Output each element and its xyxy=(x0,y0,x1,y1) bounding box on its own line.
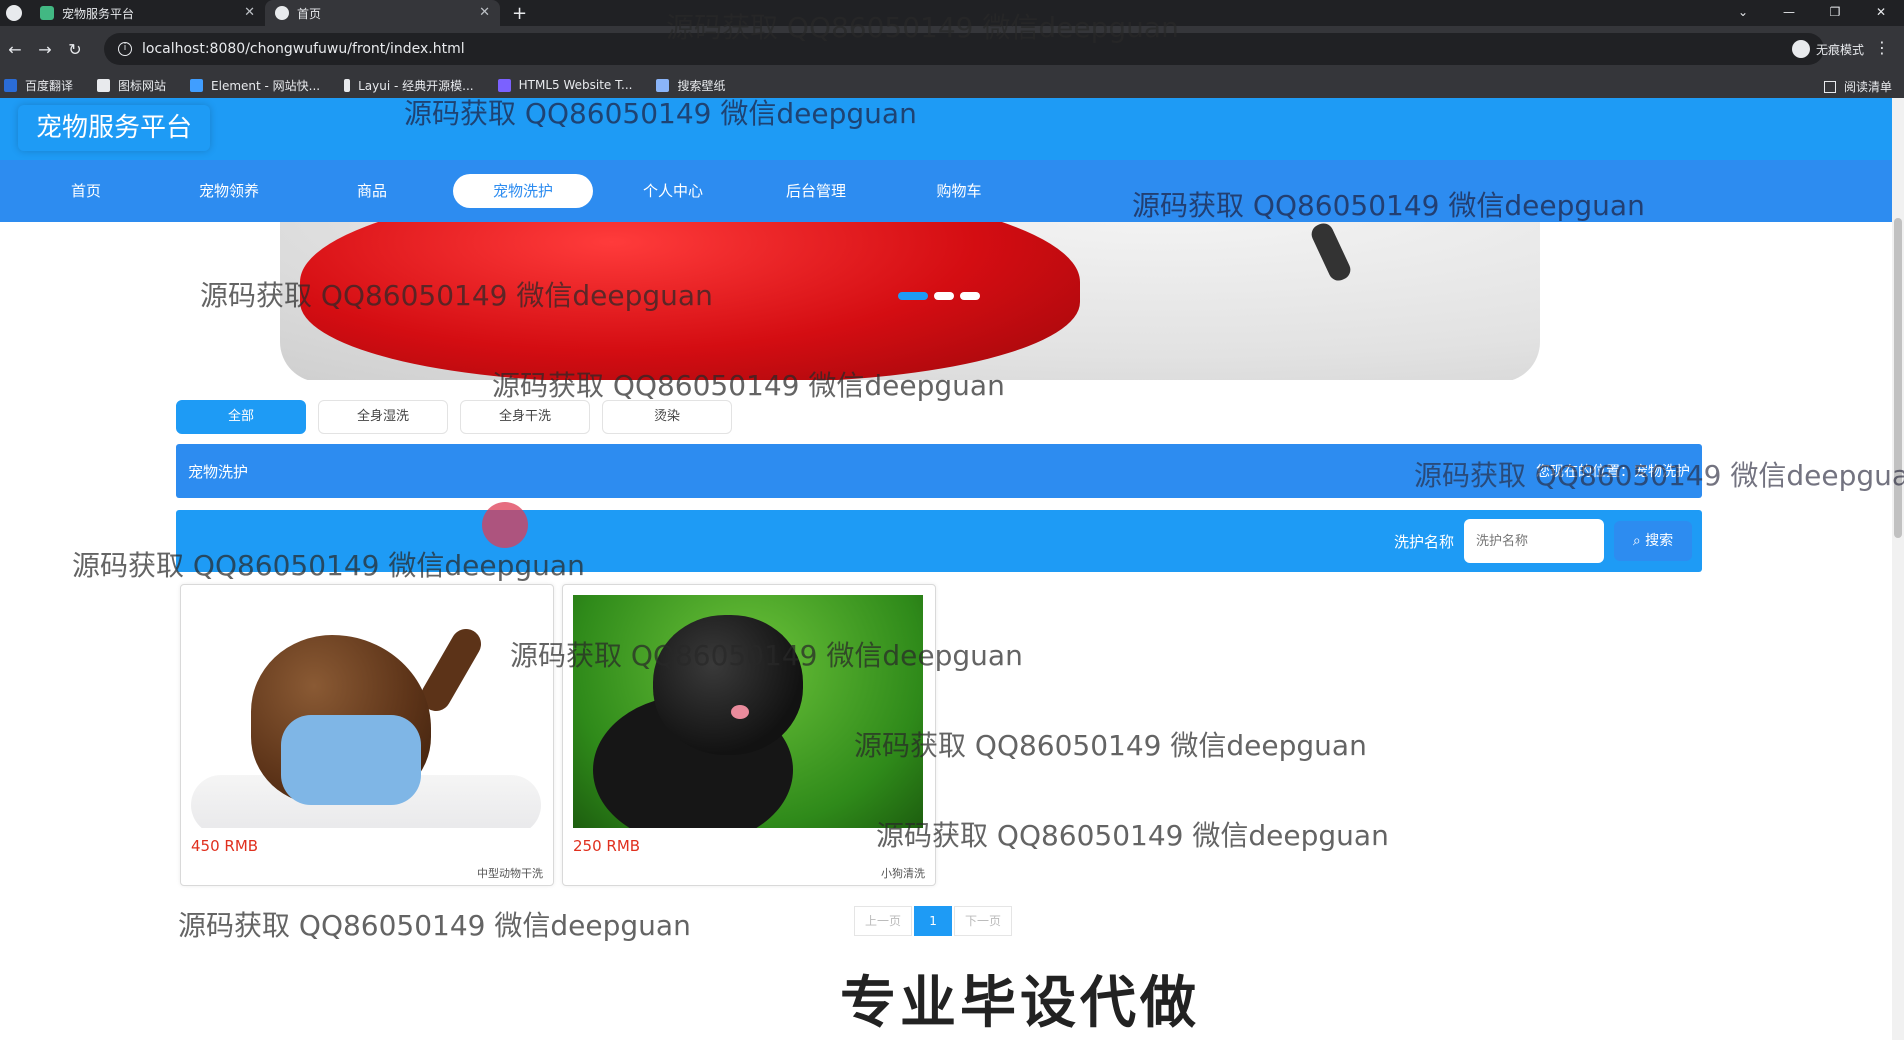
promo-overlay-text: 专业毕设代做 xyxy=(840,971,1200,1036)
search-bar: 洗护名称 ⌕ 搜索 xyxy=(176,510,1702,572)
nav-products[interactable]: 商品 xyxy=(302,174,442,208)
bookmark-item[interactable]: HTML5 Website T... xyxy=(497,78,632,92)
product-card[interactable]: 450 RMB 中型动物干洗 xyxy=(180,584,554,886)
bookmarks-bar: 百度翻译 图标网站 Element - 网站快... Layui - 经典开源模… xyxy=(0,72,1904,98)
search-input[interactable] xyxy=(1464,519,1604,563)
reading-list-icon xyxy=(1823,80,1836,93)
nav-home[interactable]: 首页 xyxy=(16,174,156,208)
product-price: 250 RMB xyxy=(573,837,641,855)
reading-list[interactable]: 阅读清单 xyxy=(1823,78,1892,95)
pagination: 上一页 1 下一页 xyxy=(854,906,1013,936)
filter-perm-dye[interactable]: 烫染 xyxy=(602,400,732,434)
product-list: 450 RMB 中型动物干洗 250 RMB 小狗清洗 xyxy=(180,584,936,886)
search-label: 洗护名称 xyxy=(1393,532,1454,551)
browser-tab-1[interactable]: 宠物服务平台 ✕ xyxy=(30,0,265,26)
url-field[interactable]: i localhost:8080/chongwufuwu/front/index… xyxy=(104,33,1824,65)
nav-admin[interactable]: 后台管理 xyxy=(746,174,886,208)
nav-cart[interactable]: 购物车 xyxy=(889,174,1029,208)
html5-icon xyxy=(497,78,511,92)
wallpaper-icon xyxy=(656,78,670,92)
mouse-cursor-highlight xyxy=(482,502,528,548)
page-viewport: 宠物服务平台 首页 宠物领养 商品 宠物洗护 个人中心 后台管理 购物车 全部 … xyxy=(0,98,1892,1040)
site-logo[interactable]: 宠物服务平台 xyxy=(18,105,210,151)
back-icon[interactable]: ← xyxy=(0,40,30,59)
url-text: localhost:8080/chongwufuwu/front/index.h… xyxy=(142,41,465,57)
page-scrollbar[interactable] xyxy=(1892,98,1904,1040)
incognito-icon xyxy=(1791,40,1810,58)
translate-icon xyxy=(4,78,17,92)
bookmark-item[interactable]: Element - 网站快... xyxy=(190,77,320,94)
product-card[interactable]: 250 RMB 小狗清洗 xyxy=(562,584,936,886)
section-title-bar: 宠物洗护 您现在的位置：宠物洗护 xyxy=(176,444,1702,498)
element-icon xyxy=(190,78,204,92)
close-tab-icon[interactable]: ✕ xyxy=(244,5,255,20)
site-info-icon[interactable]: i xyxy=(118,42,132,56)
product-name: 中型动物干洗 xyxy=(477,867,543,880)
new-tab-icon[interactable]: + xyxy=(512,0,527,26)
incognito-label: 无痕模式 xyxy=(1815,42,1864,57)
forward-icon[interactable]: → xyxy=(30,40,60,59)
tab-title: 首页 xyxy=(297,6,322,21)
category-filters: 全部 全身湿洗 全身干洗 烫染 xyxy=(176,400,732,434)
product-name: 小狗清洗 xyxy=(881,867,925,880)
scrollbar-thumb[interactable] xyxy=(1894,218,1902,538)
search-button[interactable]: ⌕ 搜索 xyxy=(1614,521,1692,561)
tab-search-icon[interactable]: ⌄ xyxy=(1720,0,1766,26)
bookmark-item[interactable]: 百度翻译 xyxy=(4,77,73,94)
product-price: 450 RMB xyxy=(191,837,259,855)
close-tab-icon[interactable]: ✕ xyxy=(479,5,490,20)
section-title: 宠物洗护 xyxy=(188,462,249,481)
browser-tab-2[interactable]: 首页 ✕ xyxy=(265,0,500,26)
incognito-profile[interactable]: 无痕模式 xyxy=(1791,40,1864,58)
carousel-dot-active[interactable] xyxy=(898,292,928,300)
browser-tab-strip: 宠物服务平台 ✕ 首页 ✕ + ⌄ — ❐ ✕ xyxy=(0,0,1904,26)
bookmark-item[interactable]: 图标网站 xyxy=(97,77,166,94)
main-nav: 首页 宠物领养 商品 宠物洗护 个人中心 后台管理 购物车 xyxy=(0,160,1892,222)
search-icon: ⌕ xyxy=(1632,533,1646,549)
address-bar-row: ← → ↻ i localhost:8080/chongwufuwu/front… xyxy=(0,26,1904,72)
restore-icon[interactable]: ❐ xyxy=(1812,0,1858,26)
nav-pet-adoption[interactable]: 宠物领养 xyxy=(159,174,299,208)
globe-favicon-icon xyxy=(275,6,289,20)
banner-carousel[interactable] xyxy=(0,222,1892,380)
site-header: 宠物服务平台 xyxy=(0,98,1892,160)
browser-menu-icon[interactable] xyxy=(6,5,22,21)
folder-icon xyxy=(97,78,111,92)
breadcrumb: 您现在的位置：宠物洗护 xyxy=(1536,464,1690,480)
filter-wet-wash[interactable]: 全身湿洗 xyxy=(318,400,448,434)
carousel-dot[interactable] xyxy=(934,292,954,300)
vue-favicon-icon xyxy=(40,6,54,20)
more-menu-icon[interactable]: ⋮ xyxy=(1874,38,1890,57)
product-image-puppy[interactable] xyxy=(191,595,541,828)
window-controls: ⌄ — ❐ ✕ xyxy=(1720,0,1904,26)
close-window-icon[interactable]: ✕ xyxy=(1858,0,1904,26)
bookmark-item[interactable]: 搜索壁纸 xyxy=(656,77,725,94)
page-1-button[interactable]: 1 xyxy=(914,906,953,936)
layui-icon xyxy=(344,78,351,92)
carousel-dot[interactable] xyxy=(960,292,980,300)
nav-personal-center[interactable]: 个人中心 xyxy=(603,174,743,208)
reload-icon[interactable]: ↻ xyxy=(60,40,90,59)
filter-dry-wash[interactable]: 全身干洗 xyxy=(460,400,590,434)
banner-image-red-toy xyxy=(300,222,1080,380)
bookmark-item[interactable]: Layui - 经典开源模... xyxy=(344,77,474,94)
prev-page-button[interactable]: 上一页 xyxy=(854,906,913,936)
tab-title: 宠物服务平台 xyxy=(62,6,135,21)
search-button-label: 搜索 xyxy=(1645,533,1674,549)
nav-pet-grooming[interactable]: 宠物洗护 xyxy=(453,174,593,208)
minimize-icon[interactable]: — xyxy=(1766,0,1812,26)
product-image-pug[interactable] xyxy=(573,595,923,828)
next-page-button[interactable]: 下一页 xyxy=(954,906,1013,936)
filter-all[interactable]: 全部 xyxy=(176,400,306,434)
